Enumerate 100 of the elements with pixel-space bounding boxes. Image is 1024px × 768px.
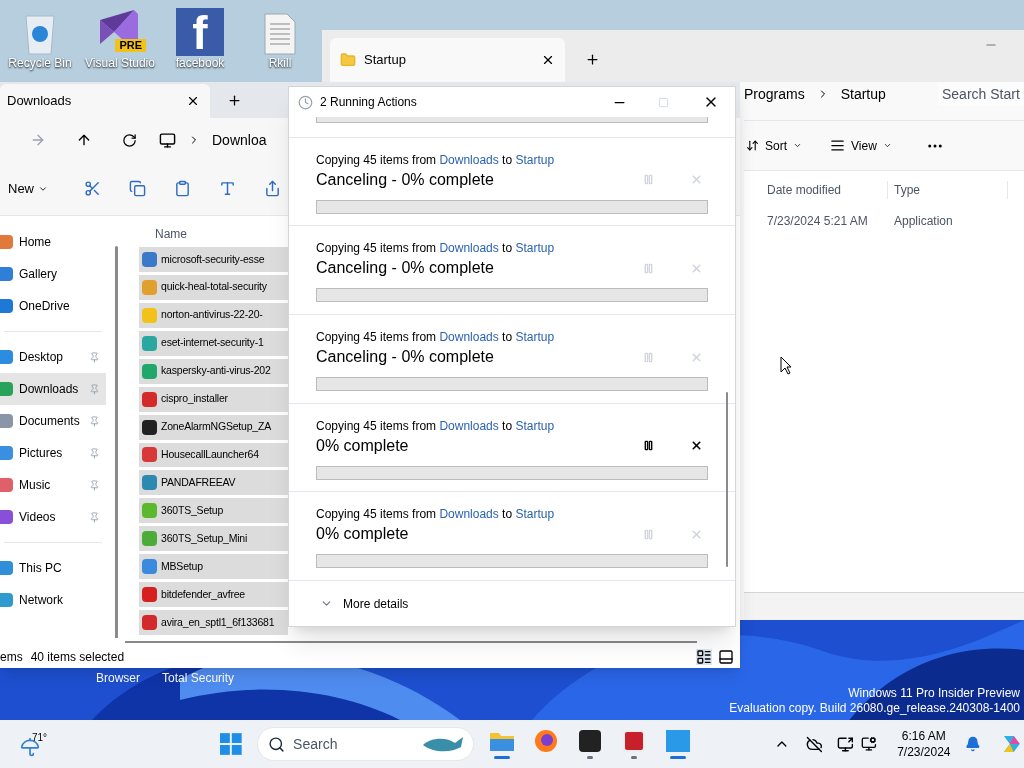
operation-status: Canceling - 0% complete — [316, 347, 495, 368]
view-button[interactable]: View — [830, 136, 892, 155]
facebook-icon: f — [176, 8, 224, 56]
sidebar-item[interactable]: Gallery — [0, 258, 106, 290]
new-tab-icon[interactable] — [585, 52, 600, 67]
file-row[interactable]: MBSetup — [139, 554, 288, 580]
clock-icon — [298, 94, 313, 110]
new-button[interactable]: New — [8, 178, 48, 199]
operation-status: 0% complete — [316, 524, 410, 545]
view-icon — [830, 138, 845, 153]
share-icon[interactable] — [264, 180, 281, 197]
start-icon[interactable] — [219, 732, 244, 756]
window-tab[interactable]: Downloads — [0, 84, 210, 118]
search-placeholder: Search — [293, 734, 339, 754]
sidebar-item[interactable]: Network — [0, 584, 106, 616]
pin-icon — [89, 447, 100, 459]
sort-button[interactable]: Sort — [746, 136, 802, 155]
bell-icon[interactable] — [964, 736, 981, 752]
address-text[interactable]: Downloa — [212, 129, 267, 151]
copy-icon[interactable] — [129, 180, 146, 197]
source-link[interactable]: Downloads — [439, 418, 499, 433]
document-icon — [263, 12, 297, 56]
caret-icon — [793, 141, 802, 150]
operation-status: Canceling - 0% complete — [316, 258, 495, 279]
close-tab-icon[interactable] — [541, 53, 555, 67]
file-row[interactable]: microsoft-security-esse — [139, 246, 288, 272]
operation-description: Copying 45 items from Downloads to Startup — [316, 417, 556, 434]
evaluation-notice: Evaluation copy. Build 26080.ge_release.240308-1400 — [729, 701, 1020, 716]
mouse-pointer-icon — [780, 356, 792, 375]
pause-button[interactable] — [643, 440, 654, 452]
weather-temperature[interactable]: 71° — [32, 730, 48, 745]
scrollbar-thumb[interactable] — [726, 392, 728, 567]
file-row[interactable]: avira_en_sptl1_6f133681 — [139, 610, 288, 636]
column-header[interactable]: Type — [888, 181, 1008, 199]
pin-icon — [89, 383, 100, 395]
window-tab[interactable]: Startup — [330, 38, 565, 82]
sidebar-item[interactable]: Videos — [0, 501, 106, 533]
tiles-view-icon[interactable] — [718, 649, 734, 665]
sidebar-item[interactable]: Pictures — [0, 437, 106, 469]
file-row[interactable]: quick-heal-total-security — [139, 274, 288, 300]
operation-status: Canceling - 0% complete — [316, 169, 495, 190]
column-header[interactable]: Date modified — [744, 181, 888, 199]
evaluation-notice: Windows 11 Pro Insider Preview — [848, 686, 1020, 701]
cloud-off-icon[interactable] — [805, 735, 823, 753]
file-row[interactable]: 360TS_Setup_Mini — [139, 526, 288, 552]
operation-description: Copying 45 items from Downloads to Startup — [316, 240, 556, 257]
pin-icon — [89, 415, 100, 427]
clock-time[interactable]: 6:16 AM — [901, 728, 946, 744]
display-settings-icon[interactable] — [861, 736, 878, 752]
up-icon[interactable] — [76, 132, 92, 148]
sidebar-item[interactable]: Downloads — [0, 373, 106, 405]
file-row[interactable]: cispro_installer — [139, 386, 288, 412]
file-row[interactable]: 360TS_Setup — [139, 498, 288, 524]
file-row[interactable]: HousecallLauncher64 — [139, 442, 288, 468]
paste-icon[interactable] — [174, 180, 191, 197]
status-text: 40 items selected — [30, 649, 125, 666]
operation-description: Copying 45 items from Downloads to Startup — [316, 329, 556, 346]
details-view-icon[interactable] — [696, 649, 712, 665]
sidebar-item[interactable]: Music — [0, 469, 106, 501]
pre-badge: PRE — [115, 39, 146, 52]
pin-icon — [89, 511, 100, 523]
breadcrumb-item[interactable]: Programs — [744, 83, 805, 105]
column-header[interactable]: Name — [139, 225, 279, 247]
new-tab-icon[interactable] — [227, 93, 242, 108]
sidebar-item[interactable]: Desktop — [0, 341, 106, 373]
cut-icon[interactable] — [84, 180, 101, 197]
sidebar-item[interactable]: Documents — [0, 405, 106, 437]
file-row[interactable]: PANDAFREEAV — [139, 470, 288, 496]
file-row[interactable]: kaspersky-anti-virus-202 — [139, 358, 288, 384]
horizontal-scrollbar[interactable] — [125, 641, 697, 643]
folder-icon — [340, 52, 356, 68]
desktop-icon-label[interactable]: Total Security — [162, 669, 235, 687]
refresh-icon[interactable] — [122, 132, 137, 148]
pin-icon — [89, 479, 100, 491]
recycle-bin-icon — [22, 12, 58, 56]
monitor-icon[interactable] — [159, 131, 176, 149]
sidebar-item[interactable]: Home — [0, 226, 106, 258]
sidebar-item[interactable]: OneDrive — [0, 290, 106, 322]
desktop-icon-label[interactable]: Browser — [96, 669, 140, 687]
clock-date[interactable]: 7/23/2024 — [897, 744, 951, 760]
more-details-button[interactable]: More details — [289, 581, 735, 626]
file-row[interactable]: eset-internet-security-1 — [139, 330, 288, 356]
pin-icon — [89, 351, 100, 363]
target-link[interactable]: Startup — [515, 418, 555, 433]
search-field[interactable]: Search — [257, 727, 475, 761]
file-row[interactable]: bitdefender_avfree — [139, 582, 288, 608]
file-row[interactable]: norton-antivirus-22-20- — [139, 302, 288, 328]
sidebar-item[interactable]: This PC — [0, 552, 106, 584]
window-title: 2 Running Actions — [320, 94, 418, 111]
sort-icon — [746, 139, 759, 152]
status-text: ems — [0, 649, 23, 666]
close-tab-icon[interactable] — [186, 94, 200, 108]
operation-status: 0% complete — [316, 435, 410, 456]
breadcrumb-item[interactable]: Startup — [840, 83, 886, 105]
file-row[interactable]: ZoneAlarmNGSetup_ZA — [139, 414, 288, 440]
table-cell-text: 7/23/2024 5:21 AM — [766, 213, 869, 230]
cancel-button[interactable] — [690, 439, 703, 453]
table-cell-text: Application — [893, 213, 953, 230]
rename-icon[interactable] — [219, 180, 236, 197]
monitor-icon[interactable] — [836, 735, 854, 753]
